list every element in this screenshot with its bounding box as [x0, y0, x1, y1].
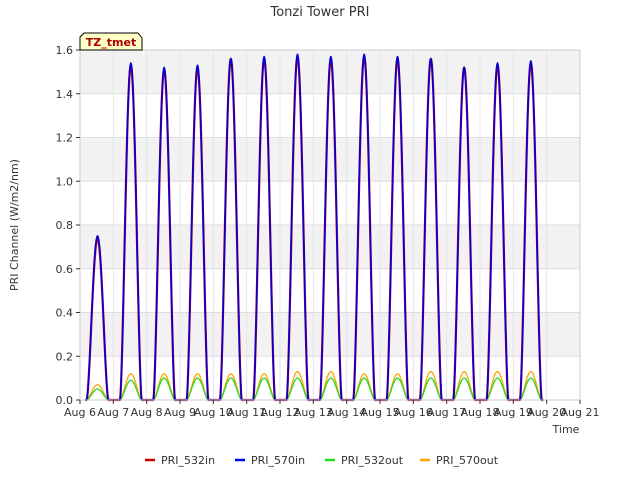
x-tick-label: Aug 8 [131, 406, 163, 419]
y-tick-label: 1.0 [56, 175, 74, 188]
x-tick-label: Aug 21 [561, 406, 600, 419]
y-tick-label: 1.2 [56, 132, 74, 145]
y-axis-label: PRI Channel (W/m2/nm) [8, 159, 21, 291]
legend-label-pri_532out: PRI_532out [341, 454, 404, 467]
y-tick-label: 0.0 [56, 394, 74, 407]
x-tick-label: Aug 7 [97, 406, 129, 419]
y-tick-label: 0.8 [56, 219, 74, 232]
y-tick-label: 0.2 [56, 350, 74, 363]
y-tick-label: 0.6 [56, 263, 74, 276]
plot-band [80, 93, 580, 138]
chart-svg: Tonzi Tower PRI Aug 6 Aug 7 Aug 8 Aug 9 Aug … [0, 0, 640, 480]
legend-label-pri_570out: PRI_570out [436, 454, 499, 467]
chart-title: Tonzi Tower PRI [270, 5, 370, 20]
y-tick-label: 1.6 [56, 44, 74, 57]
y-tick-label: 0.4 [56, 307, 74, 320]
x-tick-label: Aug 9 [164, 406, 196, 419]
annotation-text: TZ_tmet [86, 36, 136, 49]
x-axis-label: Time [552, 423, 580, 436]
legend-label-pri_532in: PRI_532in [161, 454, 215, 467]
y-tick-label: 1.4 [56, 88, 74, 101]
annotation-box: TZ_tmet [79, 32, 143, 51]
chart-container: Tonzi Tower PRI Aug 6 Aug 7 Aug 8 Aug 9 Aug … [0, 0, 640, 480]
legend-label-pri_570in: PRI_570in [251, 454, 305, 467]
plot-band [80, 137, 580, 182]
plot-band [80, 181, 580, 225]
x-tick-label: Aug 6 [64, 406, 96, 419]
